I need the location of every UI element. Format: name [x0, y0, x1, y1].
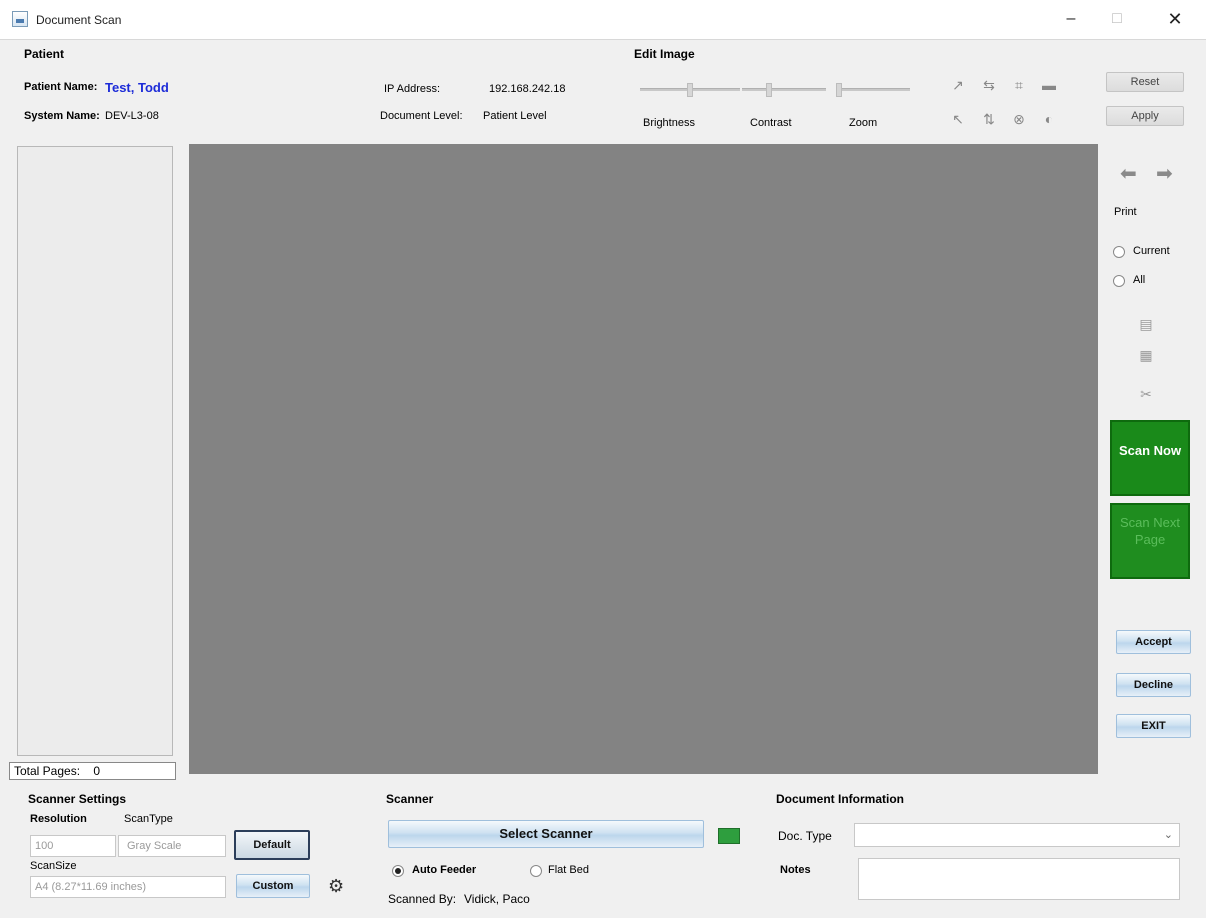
ip-address-value: 192.168.242.18: [489, 83, 566, 95]
document-level-label: Document Level:: [380, 110, 463, 122]
custom-button[interactable]: Custom: [236, 874, 310, 898]
print-current-label: Current: [1133, 245, 1170, 257]
delete-page-icon[interactable]: ✂: [1137, 385, 1155, 403]
brightness-label: Brightness: [643, 117, 695, 129]
accept-button[interactable]: Accept: [1116, 630, 1191, 654]
edit-image-title: Edit Image: [634, 47, 695, 61]
patient-name-label: Patient Name:: [24, 81, 98, 93]
title-bar: Document Scan – □ ✕: [0, 0, 1206, 40]
invert-icon[interactable]: ◐: [1040, 110, 1058, 128]
brightness-slider[interactable]: [640, 83, 740, 97]
contrast-slider-thumb[interactable]: [766, 83, 772, 97]
patient-section-title: Patient: [24, 47, 65, 61]
ip-address-label: IP Address:: [384, 83, 441, 95]
system-name-label: System Name:: [24, 110, 100, 122]
contrast-slider[interactable]: [742, 83, 826, 97]
scanned-by-label: Scanned By:: [388, 892, 457, 906]
auto-feeder-radio[interactable]: [392, 865, 404, 877]
decline-button[interactable]: Decline: [1116, 673, 1191, 697]
total-pages-value: 0: [93, 764, 101, 778]
print-icon[interactable]: ▤: [1137, 315, 1155, 333]
total-pages-label: Total Pages:: [14, 764, 81, 778]
rotate-left-icon[interactable]: ↖: [949, 110, 967, 128]
zoom-slider-thumb[interactable]: [836, 83, 842, 97]
scantype-field[interactable]: Gray Scale: [118, 835, 226, 857]
print-all-radio[interactable]: [1113, 275, 1125, 287]
scan-next-page-button[interactable]: Scan Next Page: [1110, 503, 1190, 579]
resolution-label: Resolution: [30, 813, 87, 825]
flip-horizontal-icon[interactable]: ⇆: [980, 76, 998, 94]
contrast-label: Contrast: [750, 117, 792, 129]
print-current-radio[interactable]: [1113, 246, 1125, 258]
previous-page-icon[interactable]: ⬅: [1120, 161, 1137, 186]
notes-label: Notes: [780, 864, 811, 876]
maximize-button[interactable]: □: [1094, 0, 1140, 40]
apply-button[interactable]: Apply: [1106, 106, 1184, 126]
rotate-right-icon[interactable]: ↗: [949, 76, 967, 94]
patient-name-value: Test, Todd: [105, 80, 169, 95]
scansize-field[interactable]: A4 (8.27*11.69 inches): [30, 876, 226, 898]
scanner-status-icon: [718, 828, 740, 844]
scansize-label: ScanSize: [30, 860, 77, 872]
auto-feeder-label: Auto Feeder: [412, 864, 477, 876]
print-label: Print: [1114, 206, 1137, 218]
image-preview-area[interactable]: [189, 144, 1098, 774]
window-title: Document Scan: [36, 13, 122, 27]
zoom-slider[interactable]: [836, 83, 910, 97]
erase-icon[interactable]: ▬: [1040, 76, 1058, 94]
flat-bed-label: Flat Bed: [548, 864, 589, 876]
resolution-field[interactable]: 100: [30, 835, 116, 857]
close-button[interactable]: ✕: [1152, 0, 1198, 40]
print-preview-icon[interactable]: ▦: [1137, 346, 1155, 364]
doc-type-select[interactable]: ⌄: [854, 823, 1180, 847]
scanner-section-title: Scanner: [386, 792, 434, 806]
select-scanner-button[interactable]: Select Scanner: [388, 820, 704, 848]
crop-icon[interactable]: ⌗: [1010, 76, 1028, 94]
settings-gear-icon[interactable]: ⚙: [328, 876, 344, 897]
system-name-value: DEV-L3-08: [105, 110, 159, 122]
print-all-label: All: [1133, 274, 1146, 286]
document-info-title: Document Information: [776, 792, 904, 806]
reset-button[interactable]: Reset: [1106, 72, 1184, 92]
flat-bed-radio[interactable]: [530, 865, 542, 877]
document-level-value: Patient Level: [483, 110, 547, 122]
deskew-icon[interactable]: ⊗: [1010, 110, 1028, 128]
total-pages-box: Total Pages: 0: [9, 762, 176, 780]
minimize-button[interactable]: –: [1048, 0, 1094, 40]
exit-button[interactable]: EXIT: [1116, 714, 1191, 738]
default-button[interactable]: Default: [234, 830, 310, 860]
thumbnail-panel[interactable]: [17, 146, 173, 756]
scanned-by-value: Vidick, Paco: [464, 892, 530, 906]
next-page-icon[interactable]: ➡: [1156, 161, 1173, 186]
app-icon: [12, 11, 28, 27]
zoom-label: Zoom: [849, 117, 878, 129]
notes-field[interactable]: [858, 858, 1180, 900]
scanner-settings-title: Scanner Settings: [28, 792, 127, 806]
chevron-down-icon: ⌄: [1163, 829, 1173, 841]
brightness-slider-thumb[interactable]: [687, 83, 693, 97]
scan-now-button[interactable]: Scan Now: [1110, 420, 1190, 496]
flip-vertical-icon[interactable]: ⇅: [980, 110, 998, 128]
scantype-label: ScanType: [124, 813, 173, 825]
doc-type-label: Doc. Type: [778, 829, 832, 843]
